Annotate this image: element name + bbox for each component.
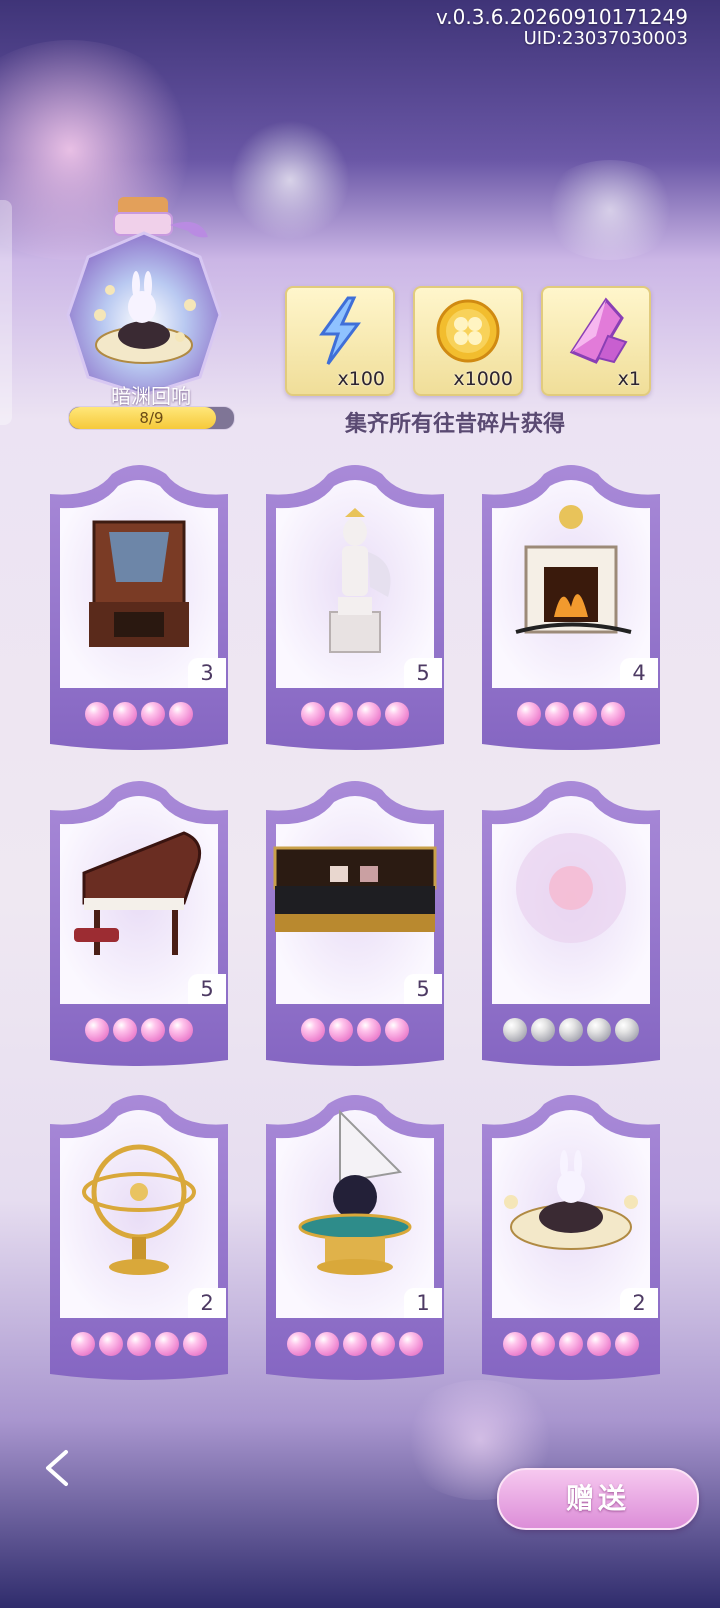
rarity-pip [357,1018,381,1042]
locked-fragment-art [516,833,626,943]
version-text: v.0.3.6.20260910171249 [435,5,688,29]
rarity-pip [357,702,381,726]
rarity-pip [113,1018,137,1042]
rarity-pips [476,1332,666,1356]
rarity-pip [71,1332,95,1356]
rarity-pip [573,702,597,726]
rarity-pips [260,1018,450,1042]
fragment-count: 5 [188,974,226,1004]
fragment-card[interactable]: 3 [44,462,234,762]
rarity-pip [615,1018,639,1042]
rarity-pip [503,1018,527,1042]
rarity-pip [371,1332,395,1356]
rarity-pip [287,1332,311,1356]
fragment-count: 5 [404,974,442,1004]
rarity-pip [183,1332,207,1356]
rarity-pips [44,702,234,726]
rarity-pip [559,1018,583,1042]
fragment-count: 1 [404,1288,442,1318]
rarity-pip [559,1332,583,1356]
rarity-pip [587,1018,611,1042]
fragment-card[interactable]: 1 [260,1092,450,1392]
fragment-count: 2 [188,1288,226,1318]
rarity-pip [531,1332,555,1356]
lightning-icon [319,296,361,365]
fragment-count: 4 [620,658,658,688]
reward-crystal[interactable]: x1 [541,286,651,396]
rarity-pips [44,1332,234,1356]
rarity-pip [155,1332,179,1356]
reward-lightning[interactable]: x100 [285,286,395,396]
rarity-pip [503,1332,527,1356]
rarity-pip [85,702,109,726]
rarity-pip [531,1018,555,1042]
reward-coin[interactable]: x1000 [413,286,523,396]
rarity-pip [517,702,541,726]
fragment-count: 2 [620,1288,658,1318]
pink-crystal-icon [569,297,628,364]
reward-qty: x1000 [453,368,513,390]
rarity-pip [85,1018,109,1042]
rarity-pip [169,1018,193,1042]
uid-text: UID:23037030003 [523,28,688,49]
fragment-card[interactable]: 5 [260,778,450,1078]
collection-progress-bar: 8/9 [68,406,235,430]
gift-button[interactable]: 赠送 [497,1468,699,1530]
reward-caption: 集齐所有往昔碎片获得 [344,412,565,437]
rarity-pip [127,1332,151,1356]
rarity-pips [260,1332,450,1356]
fragment-count: 5 [404,658,442,688]
rarity-pip [141,702,165,726]
rarity-pip [301,1018,325,1042]
rarity-pip [545,702,569,726]
rarity-pips [260,702,450,726]
clover-coin-icon [436,299,500,363]
side-drawer-handle[interactable] [0,200,12,425]
rarity-pip [141,1018,165,1042]
fragment-card[interactable]: 2 [476,1092,666,1392]
version-info: v.0.3.6.20260910171249 UID:23037030003 [436,6,688,50]
reward-qty: x100 [337,368,385,390]
collection-name: 暗渊回响 [111,384,191,408]
rarity-pip [343,1332,367,1356]
rarity-pips [44,1018,234,1042]
rarity-pip [399,1332,423,1356]
fragment-card[interactable]: 4 [476,462,666,762]
rarity-pips [476,1018,666,1042]
progress-text: 8/9 [139,409,164,427]
rarity-pip [315,1332,339,1356]
rarity-pip [301,702,325,726]
rarity-pip [587,1332,611,1356]
fragment-card[interactable] [476,778,666,1078]
rarity-pip [329,702,353,726]
rarity-pip [113,702,137,726]
rarity-pip [601,702,625,726]
sofa-art [273,846,437,932]
fireplace-cabinet-art [89,520,189,647]
fragment-card[interactable]: 2 [44,1092,234,1392]
rarity-pip [615,1332,639,1356]
reward-qty: x1 [617,368,641,390]
rarity-pip [169,702,193,726]
chevron-left-icon[interactable] [38,1448,78,1488]
rarity-pip [385,702,409,726]
rarity-pip [385,1018,409,1042]
rarity-pip [99,1332,123,1356]
fragment-count: 3 [188,658,226,688]
fragment-card[interactable]: 5 [44,778,234,1078]
rarity-pip [329,1018,353,1042]
fragment-card[interactable]: 5 [260,462,450,762]
rarity-pips [476,702,666,726]
